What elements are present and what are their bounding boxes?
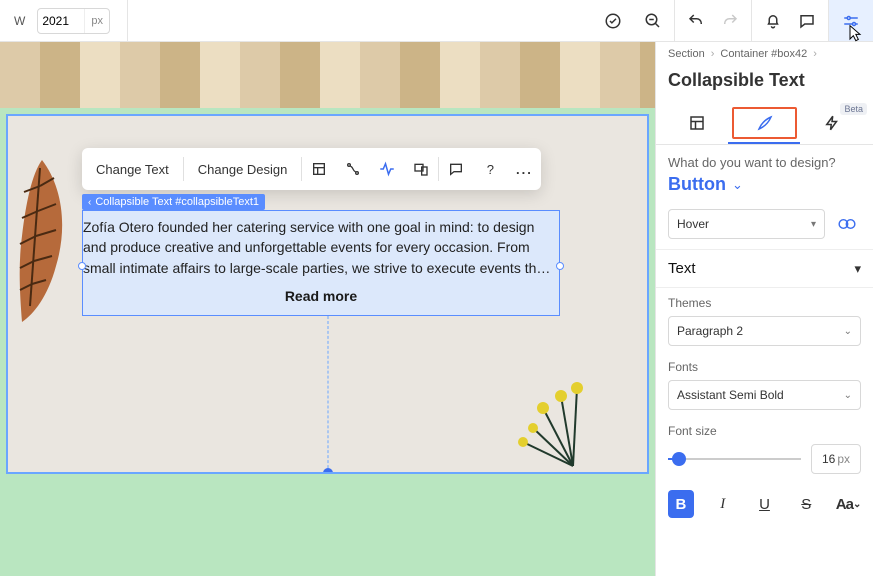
fontsize-input[interactable]: 16px: [811, 444, 861, 474]
section-frame[interactable]: Change Text Change Design ? ... ‹ Collap…: [6, 114, 649, 474]
strike-button[interactable]: S: [793, 490, 819, 518]
theme-select[interactable]: Paragraph 2 ⌄: [668, 316, 861, 346]
design-target-section: What do you want to design? Button ⌄: [656, 145, 873, 199]
state-select[interactable]: Hover ▾: [668, 209, 825, 239]
text-accordion-header[interactable]: Text ▾: [656, 250, 873, 288]
selection-tag-label: Collapsible Text #collapsibleText1: [95, 196, 259, 208]
reset-style-button[interactable]: [833, 210, 861, 238]
more-button[interactable]: ...: [507, 148, 541, 190]
font-select-value: Assistant Semi Bold: [677, 388, 784, 402]
section-resize-handle[interactable]: [323, 468, 333, 474]
check-circle-icon[interactable]: [604, 12, 622, 30]
panel-tabs: Beta: [656, 101, 873, 145]
bell-icon[interactable]: [764, 12, 782, 30]
text-format-row: B I U S Aa⌄: [656, 480, 873, 528]
fontsize-slider[interactable]: [668, 449, 801, 469]
leaf-decoration: [12, 156, 72, 324]
design-question: What do you want to design?: [668, 155, 861, 170]
tab-layout[interactable]: [666, 107, 728, 139]
resize-handle-left[interactable]: [78, 262, 86, 270]
fontsize-label: Font size: [668, 424, 861, 438]
slider-knob[interactable]: [672, 452, 686, 466]
comment-icon[interactable]: [798, 12, 816, 30]
crumb-section[interactable]: Section: [668, 48, 705, 60]
chevron-down-icon: ▾: [811, 219, 816, 230]
chevron-right-icon: ›: [813, 48, 817, 60]
undo-redo-group: [675, 0, 752, 41]
zoom-out-icon[interactable]: [644, 12, 662, 30]
canvas-width-group: W px: [0, 0, 128, 41]
canvas[interactable]: Change Text Change Design ? ... ‹ Collap…: [0, 42, 655, 576]
undo-icon[interactable]: [687, 12, 705, 30]
bold-button[interactable]: B: [668, 490, 694, 518]
italic-button[interactable]: I: [710, 490, 736, 518]
fontsize-group: Font size 16px: [656, 416, 873, 480]
notify-comment-group: [752, 0, 829, 41]
capitalize-button[interactable]: Aa⌄: [835, 490, 861, 518]
hero-image: [0, 42, 655, 108]
inspector-panel: Section › Container #box42 › Collapsible…: [655, 42, 873, 576]
chevron-right-icon: ›: [711, 48, 715, 60]
chevron-down-icon: ⌄: [844, 390, 852, 401]
change-design-button[interactable]: Change Design: [184, 148, 302, 190]
width-unit: px: [84, 9, 109, 33]
chevron-down-icon[interactable]: ⌄: [732, 177, 743, 193]
panel-title: Collapsible Text: [656, 66, 873, 101]
width-input[interactable]: [38, 14, 84, 28]
themes-group: Themes Paragraph 2 ⌄: [656, 288, 873, 352]
text-accordion-label: Text: [668, 260, 696, 277]
state-row: Hover ▾: [656, 199, 873, 250]
fontsize-value: 16: [822, 452, 835, 466]
connector-icon[interactable]: [336, 148, 370, 190]
crumb-container[interactable]: Container #box42: [720, 48, 807, 60]
collapsible-text-body: Zofía Otero founded her catering service…: [83, 217, 559, 278]
chevron-down-icon: ⌄: [844, 326, 852, 337]
design-target-select[interactable]: Button: [668, 174, 726, 195]
selection-tag[interactable]: ‹ Collapsible Text #collapsibleText1: [82, 194, 265, 210]
layout-icon[interactable]: [302, 148, 336, 190]
help-button[interactable]: ?: [473, 148, 507, 190]
top-bar: W px: [0, 0, 873, 42]
width-label: W: [8, 14, 31, 28]
theme-select-value: Paragraph 2: [677, 324, 743, 338]
chat-icon[interactable]: [439, 148, 473, 190]
center-guide: [327, 316, 328, 474]
resize-handle-right[interactable]: [556, 262, 564, 270]
fonts-group: Fonts Assistant Semi Bold ⌄: [656, 352, 873, 416]
state-select-value: Hover: [677, 217, 709, 231]
read-more-button[interactable]: Read more: [83, 288, 559, 304]
flower-decoration: [503, 368, 593, 468]
tab-design[interactable]: [732, 107, 798, 139]
font-select[interactable]: Assistant Semi Bold ⌄: [668, 380, 861, 410]
topbar-tools: [128, 0, 675, 41]
width-input-wrap: px: [37, 8, 110, 34]
themes-label: Themes: [668, 296, 861, 310]
responsive-icon[interactable]: [404, 148, 438, 190]
floating-toolbar: Change Text Change Design ? ...: [82, 148, 541, 190]
beta-badge: Beta: [840, 103, 867, 115]
collapsible-text-element[interactable]: Zofía Otero founded her catering service…: [82, 210, 560, 316]
underline-button[interactable]: U: [752, 490, 778, 518]
inspector-toggle[interactable]: [829, 0, 873, 41]
fonts-label: Fonts: [668, 360, 861, 374]
animation-icon[interactable]: [370, 148, 404, 190]
change-text-button[interactable]: Change Text: [82, 148, 183, 190]
capitalize-label: Aa: [836, 496, 853, 513]
chevron-left-icon: ‹: [88, 197, 91, 208]
caret-down-icon: ▾: [854, 261, 861, 277]
stage: Change Text Change Design ? ... ‹ Collap…: [0, 108, 655, 576]
redo-icon[interactable]: [721, 12, 739, 30]
fontsize-unit: px: [837, 452, 850, 466]
breadcrumb: Section › Container #box42 ›: [656, 42, 873, 66]
